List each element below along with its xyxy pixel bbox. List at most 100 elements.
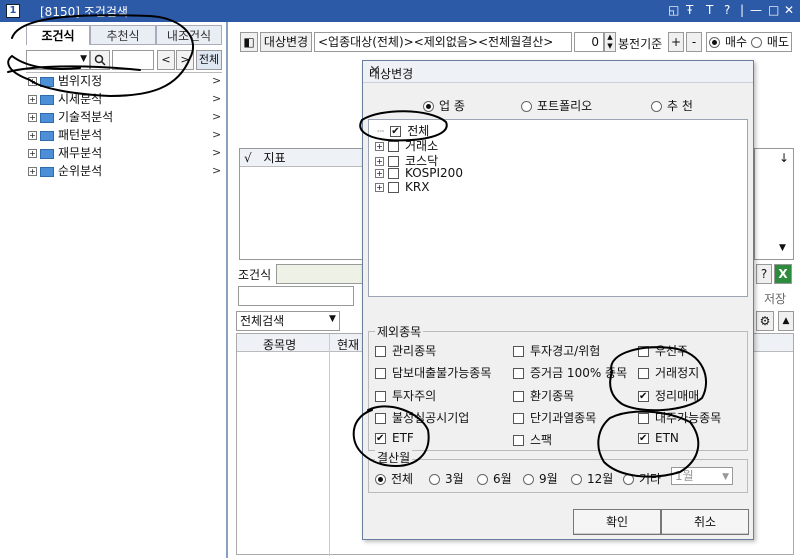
maximize-button[interactable]: □ xyxy=(768,3,779,17)
exclude-preferred-checkbox[interactable]: 우선주 xyxy=(638,342,688,359)
help-icon[interactable]: ? xyxy=(724,3,730,17)
spin-icon[interactable]: ▲ ▼ xyxy=(604,32,616,52)
option-label: 거래정지 xyxy=(655,366,700,380)
dropdown-arrow-icon: ▼ xyxy=(329,314,336,324)
expand-arrow-icon[interactable]: > xyxy=(212,128,221,141)
folder-icon xyxy=(40,76,54,87)
target-change-button[interactable]: 대상변경 xyxy=(260,32,312,52)
exclude-unfaithful-disclosure-checkbox[interactable]: 불성실공시기업 xyxy=(375,409,469,426)
tree-item-financial[interactable]: + 재무분석 xyxy=(28,144,102,162)
exclude-warning-checkbox[interactable]: 투자경고/위험 xyxy=(513,342,600,359)
exclude-halted-checkbox[interactable]: 거래정지 xyxy=(638,364,699,381)
scope-portfolio-radio[interactable]: 포트폴리오 xyxy=(521,97,592,114)
tree-label: 패턴분석 xyxy=(58,128,103,142)
search-input[interactable] xyxy=(112,50,154,70)
expand-arrow-icon[interactable]: > xyxy=(212,164,221,177)
condition-text-field[interactable] xyxy=(238,286,354,306)
scope-label: 추 천 xyxy=(667,99,693,113)
expand-arrow-icon[interactable]: > xyxy=(212,110,221,123)
expand-arrow-icon[interactable]: > xyxy=(212,74,221,87)
settle-mar-radio[interactable]: 3월 xyxy=(429,470,464,487)
prev-icon[interactable]: < xyxy=(157,50,175,70)
tab-conditions[interactable]: 조건식 xyxy=(26,25,90,45)
folder-icon xyxy=(40,130,54,141)
option-label: 담보대출불가능종목 xyxy=(392,366,492,380)
window-title: [8150] 조건검색 xyxy=(40,3,128,20)
exclude-etf-checkbox[interactable]: ETF xyxy=(375,431,414,445)
tree-node-kospi200[interactable]: + KOSPI200 xyxy=(375,166,463,180)
pin-icon[interactable]: Ŧ xyxy=(686,3,693,17)
restore-layout-icon[interactable]: ◱ xyxy=(668,3,679,17)
settings-gear-icon[interactable]: ⚙ xyxy=(756,311,774,331)
other-month-select[interactable]: 1월 ▼ xyxy=(671,467,733,485)
tree-item-technical[interactable]: + 기술적분석 xyxy=(28,108,113,126)
indicator-scroll-area[interactable]: ↓ ▼ xyxy=(754,148,794,260)
layout-icon[interactable]: ◧ xyxy=(240,32,258,52)
exclude-liquidation-checkbox[interactable]: 정리매매 xyxy=(638,387,699,404)
exclude-overheated-checkbox[interactable]: 단기과열종목 xyxy=(513,409,596,426)
exclude-caution-checkbox[interactable]: 투자주의 xyxy=(375,387,436,404)
tree-item-ranking[interactable]: + 순위분석 xyxy=(28,162,102,180)
scroll-up-icon[interactable]: ▲ xyxy=(778,311,794,331)
indicator-check-header: √ xyxy=(244,151,252,165)
scroll-down-icon[interactable]: ▼ xyxy=(779,243,786,253)
scope-sector-radio[interactable]: 업 종 xyxy=(423,97,465,114)
tree-item-range[interactable]: + 범위지정 xyxy=(28,72,102,90)
exclude-etn-checkbox[interactable]: ETN xyxy=(638,431,679,445)
exclude-title: 제외종목 xyxy=(375,323,424,340)
exclude-managed-checkbox[interactable]: 관리종목 xyxy=(375,342,436,359)
tab-recommended[interactable]: 추천식 xyxy=(90,25,156,45)
settle-sep-radio[interactable]: 9월 xyxy=(523,470,558,487)
tree-item-price[interactable]: + 시세분석 xyxy=(28,90,102,108)
exclude-no-collateral-checkbox[interactable]: 담보대출불가능종목 xyxy=(375,364,491,381)
tab-my-conditions[interactable]: 내조건식 xyxy=(156,25,222,45)
tree-node-label: KOSPI200 xyxy=(405,166,463,180)
font-icon[interactable]: T xyxy=(706,3,713,17)
ok-button[interactable]: 확인 xyxy=(573,509,661,535)
sell-radio[interactable]: 매도 xyxy=(750,35,789,49)
settle-all-radio[interactable]: 전체 xyxy=(375,470,413,487)
excel-icon[interactable]: X xyxy=(774,264,792,284)
tree-label: 시세분석 xyxy=(58,92,103,106)
settle-jun-radio[interactable]: 6월 xyxy=(477,470,512,487)
col-stock-name: 종목명 xyxy=(263,338,297,352)
minus-button[interactable]: - xyxy=(686,32,702,52)
option-label: 우선주 xyxy=(655,344,689,358)
indicator-list[interactable]: √ 지표 xyxy=(239,148,364,260)
help-button[interactable]: ? xyxy=(756,264,772,284)
settle-other-radio[interactable]: 기타 xyxy=(623,470,661,487)
expand-arrow-icon[interactable]: > xyxy=(212,146,221,159)
tree-node-krx[interactable]: + KRX xyxy=(375,180,429,194)
option-label: 불성실공시기업 xyxy=(392,411,470,425)
all-button[interactable]: 전체 xyxy=(196,50,222,70)
sort-down-icon[interactable]: ↓ xyxy=(779,151,789,165)
scope-recommended-radio[interactable]: 추 천 xyxy=(651,97,693,114)
bong-input[interactable]: 0 xyxy=(574,32,604,52)
save-label[interactable]: 저장 xyxy=(764,290,786,307)
minimize-button[interactable]: — xyxy=(750,3,762,17)
settle-label: 기타 xyxy=(639,472,662,486)
search-icon[interactable] xyxy=(90,50,110,70)
condition-input[interactable] xyxy=(276,264,364,284)
folder-icon xyxy=(40,94,54,105)
option-label: 증거금 100% 종목 xyxy=(530,366,628,380)
exclude-alert-checkbox[interactable]: 환기종목 xyxy=(513,387,574,404)
exclude-shortable-checkbox[interactable]: 대주가능종목 xyxy=(638,409,721,426)
tree-item-pattern[interactable]: + 패턴분석 xyxy=(28,126,102,144)
close-button[interactable]: ✕ xyxy=(784,3,794,17)
buy-radio[interactable]: 매수 xyxy=(709,35,747,49)
option-label: 환기종목 xyxy=(530,389,575,403)
cancel-button[interactable]: 취소 xyxy=(661,509,749,535)
category-combo[interactable]: ▼ xyxy=(26,50,90,70)
other-month-value: 1월 xyxy=(675,469,694,483)
close-icon[interactable]: ✕ xyxy=(369,63,745,79)
settle-dec-radio[interactable]: 12월 xyxy=(571,470,613,487)
folder-icon xyxy=(40,148,54,159)
next-icon[interactable]: > xyxy=(176,50,194,70)
scope-label: 포트폴리오 xyxy=(537,99,593,113)
expand-arrow-icon[interactable]: > xyxy=(212,92,221,105)
exclude-margin100-checkbox[interactable]: 증거금 100% 종목 xyxy=(513,364,627,381)
plus-button[interactable]: + xyxy=(668,32,684,52)
exclude-spac-checkbox[interactable]: 스팩 xyxy=(513,431,552,448)
search-type-select[interactable]: 전체검색 xyxy=(236,311,340,331)
